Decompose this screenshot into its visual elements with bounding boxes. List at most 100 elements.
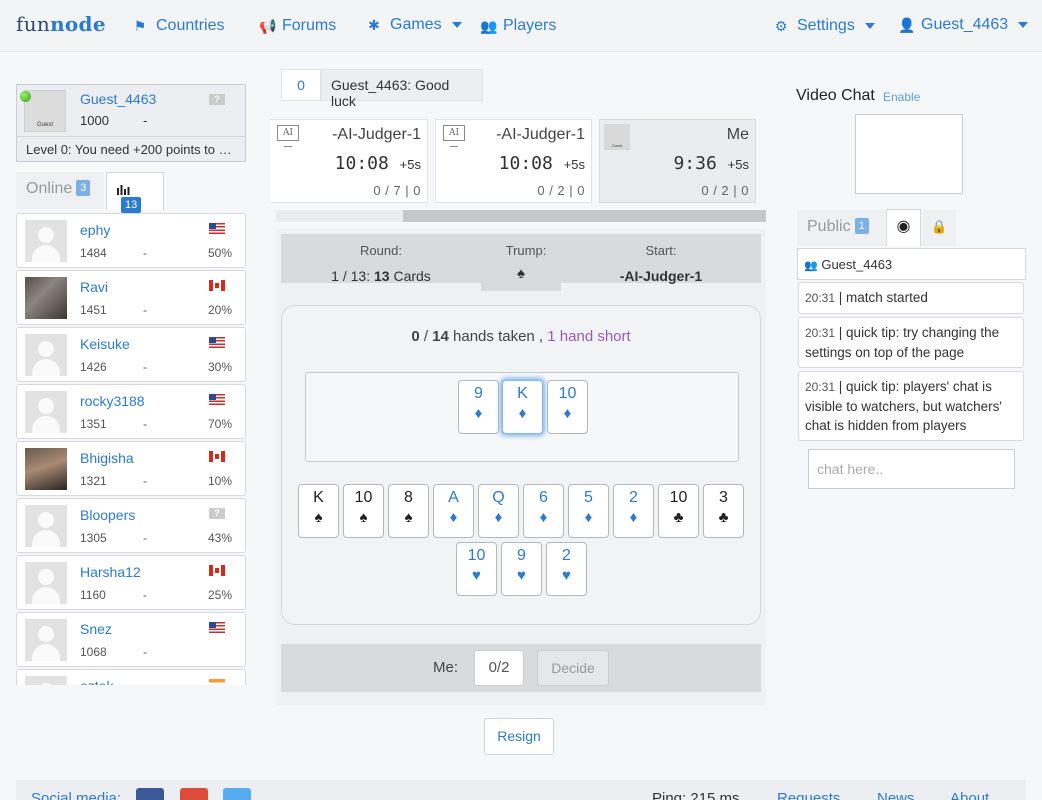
hand-card[interactable]: 3 ♣ xyxy=(703,484,744,538)
hands-taken-text: hands taken , xyxy=(453,328,544,345)
tab-private-chat[interactable]: 🔒 xyxy=(923,210,956,246)
hand-card[interactable]: 8 ♠ xyxy=(388,484,429,538)
game-progress-bar xyxy=(276,210,766,222)
card-rank: A xyxy=(448,489,459,506)
hands-sep: / xyxy=(423,328,428,345)
bid-label: Me: xyxy=(433,659,459,676)
chevron-down-icon xyxy=(1018,22,1029,28)
nav-forums-label: Forums xyxy=(282,17,337,34)
resign-button[interactable]: Resign xyxy=(484,718,554,755)
player-row[interactable]: Snez 1068 - xyxy=(16,612,246,667)
hand-card[interactable]: 6 ♦ xyxy=(523,484,564,538)
avatar[interactable] xyxy=(25,448,67,490)
player-name[interactable]: Keisuke xyxy=(80,336,130,352)
hand-card[interactable]: 5 ♦ xyxy=(568,484,609,538)
ai-icon-label: AI xyxy=(282,128,294,138)
hand-card[interactable]: K ♠ xyxy=(298,484,339,538)
nav-games[interactable]: ✱ Games xyxy=(367,16,462,34)
chat-input[interactable]: chat here.. xyxy=(808,449,1015,489)
player-row[interactable]: oztek xyxy=(16,669,246,685)
chevron-down-icon xyxy=(451,22,462,28)
avatar[interactable] xyxy=(25,619,67,661)
footer-news-link[interactable]: News xyxy=(877,790,915,800)
player-name[interactable]: ephy xyxy=(80,222,110,238)
hand-card[interactable]: A ♦ xyxy=(433,484,474,538)
unknown-flag-icon: ? xyxy=(209,94,225,105)
player-row[interactable]: rocky3188 1351 - 70% xyxy=(16,384,246,439)
tab-online[interactable]: Online 3 xyxy=(16,172,104,209)
avatar[interactable] xyxy=(25,334,67,376)
player-row[interactable]: ephy 1484 - 50% xyxy=(16,213,246,268)
player-rating: 1426 xyxy=(80,360,107,374)
facebook-icon[interactable] xyxy=(136,788,164,800)
avatar[interactable] xyxy=(25,391,67,433)
seat-score: 0 / 2 | 0 xyxy=(537,183,585,198)
player-row[interactable]: Bhigisha 1321 - 10% xyxy=(16,441,246,496)
tab-public-chat[interactable]: Public 1 xyxy=(797,210,885,246)
hand-card[interactable]: 9 ♥ xyxy=(501,542,542,596)
footer-requests-link[interactable]: Requests xyxy=(777,790,840,800)
users-icon: 👥 xyxy=(804,260,818,272)
bid-input[interactable]: 0/2 xyxy=(474,650,524,686)
tab-stats[interactable]: 13 xyxy=(106,172,164,213)
hand-card[interactable]: Q ♦ xyxy=(478,484,519,538)
player-name[interactable]: Harsha12 xyxy=(80,564,141,580)
chat-user-name[interactable]: Guest_4463 xyxy=(821,257,892,272)
player-row[interactable]: Bloopers 1305 - 43%? xyxy=(16,498,246,553)
footer: Social media: Ping: 215 ms Requests News… xyxy=(16,780,1026,800)
player-name[interactable]: oztek xyxy=(80,678,113,685)
player-name[interactable]: Bloopers xyxy=(80,507,135,523)
twitter-icon[interactable] xyxy=(223,788,251,800)
nav-forums[interactable]: 📢 Forums xyxy=(259,17,336,35)
tab-game-chat[interactable]: ◉ xyxy=(886,209,921,246)
nav-settings[interactable]: ⚙ Settings xyxy=(774,17,875,35)
player-name[interactable]: rocky3188 xyxy=(80,393,145,409)
flag-icon: ⚑ xyxy=(133,17,147,34)
footer-about-link[interactable]: About xyxy=(950,790,989,800)
brand-logo[interactable]: funnode xyxy=(16,12,106,36)
heart-icon: ♥ xyxy=(562,567,571,584)
avatar[interactable] xyxy=(25,562,67,604)
seat-player-name[interactable]: -AI-Judger-1 xyxy=(496,126,585,144)
seat-opponent: AI -AI-Judger-1 10:08 +5s 0 / 2 | 0 xyxy=(435,119,592,203)
navbar: funnode ⚑ Countries 📢 Forums ✱ Games 👥 Playe… xyxy=(0,0,1042,52)
player-list: ephy 1484 - 50% Ravi 1451 - 20% Keisuke 1426 - 30% r… xyxy=(16,213,246,685)
player-dash: - xyxy=(143,645,147,659)
player-row[interactable]: Harsha12 1160 - 25% xyxy=(16,555,246,610)
nav-players[interactable]: 👥 Players xyxy=(480,17,556,35)
message-counter[interactable]: 0 xyxy=(281,69,321,101)
hands-total: 14 xyxy=(432,328,449,345)
player-row[interactable]: Ravi 1451 - 20% xyxy=(16,270,246,325)
played-cards-area: 9 ♦ K ♦ 10 ♦ xyxy=(305,372,739,462)
hand-card[interactable]: 2 ♦ xyxy=(613,484,654,538)
avatar[interactable] xyxy=(25,676,67,685)
tab-online-label: Online xyxy=(26,180,73,197)
profile-name[interactable]: Guest_4463 xyxy=(80,91,156,107)
player-name[interactable]: Bhigisha xyxy=(80,450,134,466)
hand-card[interactable]: 10 ♥ xyxy=(456,542,497,596)
seat-player-name[interactable]: -AI-Judger-1 xyxy=(332,126,421,144)
player-name[interactable]: Snez xyxy=(80,621,112,637)
spade-icon: ♠ xyxy=(517,265,525,282)
round-cards-count: 13 xyxy=(373,268,390,284)
seat-player-name[interactable]: Me xyxy=(727,126,749,144)
clock-increment: +5s xyxy=(399,157,421,172)
avatar[interactable] xyxy=(25,220,67,262)
hand-card[interactable]: 2 ♥ xyxy=(546,542,587,596)
avatar[interactable] xyxy=(25,277,67,319)
us-flag-icon xyxy=(209,337,225,348)
nav-countries[interactable]: ⚑ Countries xyxy=(133,17,225,35)
avatar[interactable] xyxy=(25,505,67,547)
trump-tab xyxy=(481,283,561,291)
avatar[interactable]: Guest xyxy=(604,124,630,150)
nav-user-menu[interactable]: 👤 Guest_4463 xyxy=(898,16,1029,34)
video-chat-enable-link[interactable]: Enable xyxy=(883,90,920,104)
player-row[interactable]: Keisuke 1426 - 30% xyxy=(16,327,246,382)
hand-card[interactable]: 10 ♣ xyxy=(658,484,699,538)
google-plus-icon[interactable] xyxy=(180,788,208,800)
decide-button[interactable]: Decide xyxy=(537,650,609,686)
card-rank: 10 xyxy=(467,547,486,564)
hand-card[interactable]: 10 ♠ xyxy=(343,484,384,538)
spade-icon: ♠ xyxy=(359,509,368,526)
player-name[interactable]: Ravi xyxy=(80,279,108,295)
